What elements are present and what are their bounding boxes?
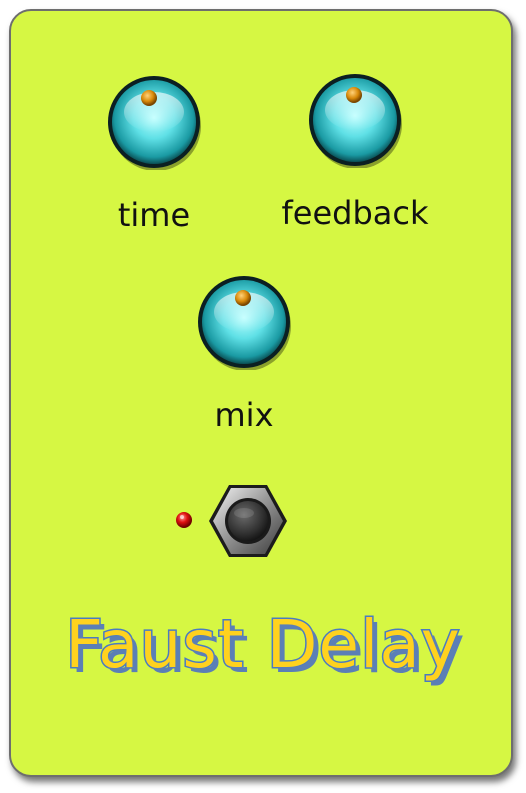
pedal-title: Faust Delay xyxy=(64,605,462,685)
mix-knob[interactable] xyxy=(196,274,292,370)
mix-label: mix xyxy=(214,396,274,434)
time-knob[interactable] xyxy=(106,74,202,170)
knob-icon xyxy=(198,276,291,370)
knob-icon xyxy=(309,74,402,168)
knob-icon xyxy=(108,76,201,170)
bypass-footswitch[interactable] xyxy=(207,483,289,559)
footswitch-icon xyxy=(209,485,287,557)
feedback-label: feedback xyxy=(281,194,429,232)
status-led xyxy=(175,511,193,529)
time-label: time xyxy=(117,196,191,234)
feedback-knob[interactable] xyxy=(307,72,403,168)
led-icon xyxy=(176,512,192,528)
